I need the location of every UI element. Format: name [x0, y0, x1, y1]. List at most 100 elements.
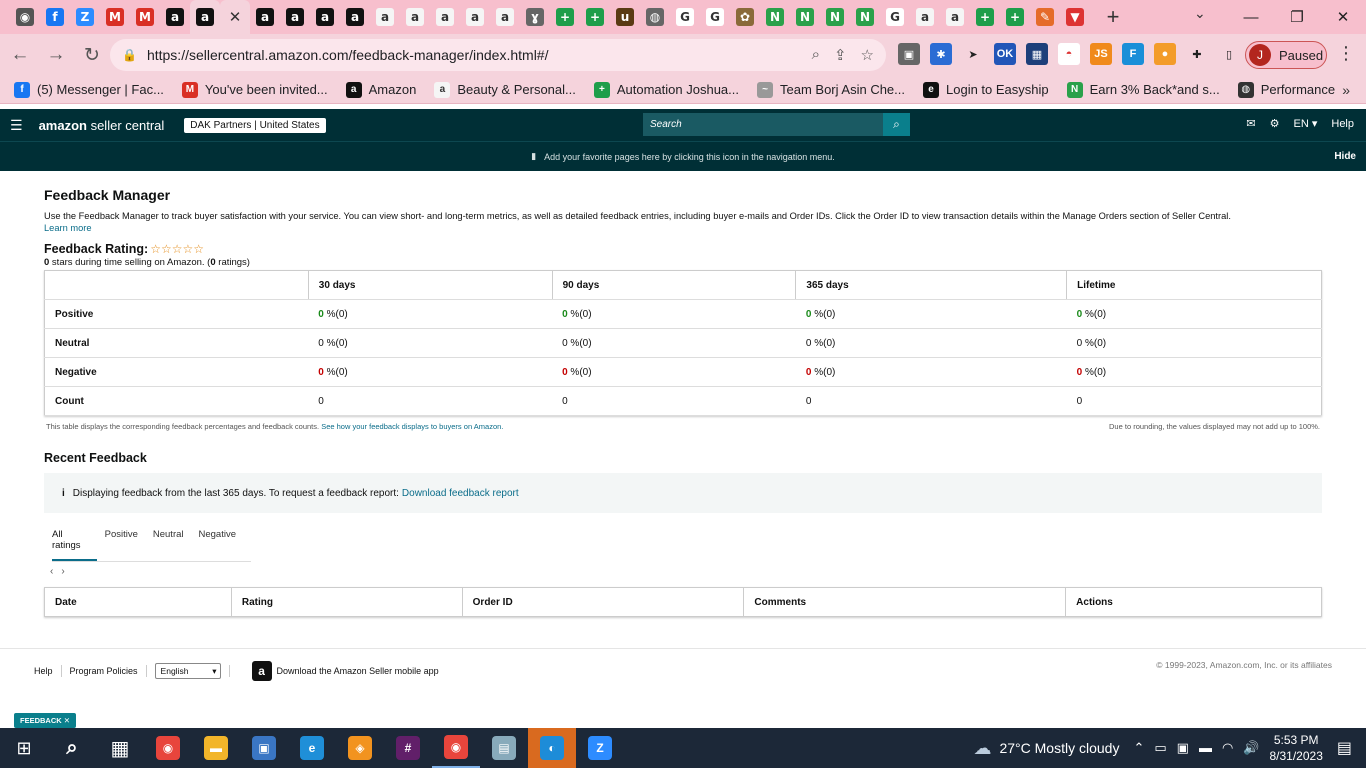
extension-ok-icon[interactable]: OK	[994, 43, 1016, 65]
extension-circle-icon[interactable]: ●	[1154, 43, 1176, 65]
bookmark-item[interactable]: a Beauty & Personal...	[434, 81, 576, 98]
browser-tab[interactable]: ◍	[640, 2, 670, 32]
feedback-display-link[interactable]: See how your feedback displays to buyers…	[321, 422, 503, 431]
bookmark-star-icon[interactable]: ☆	[861, 46, 874, 64]
new-tab-button[interactable]: +	[1098, 4, 1128, 30]
side-panel-icon[interactable]: ▯	[1218, 43, 1240, 65]
learn-more-link[interactable]: Learn more	[44, 223, 92, 233]
taskbar-app[interactable]: #	[384, 728, 432, 768]
bookmark-item[interactable]: f (5) Messenger | Fac...	[14, 81, 164, 98]
meet-icon[interactable]: ▭	[1154, 740, 1166, 756]
taskbar-app[interactable]: e	[288, 728, 336, 768]
back-button[interactable]: ←	[4, 39, 36, 71]
browser-tab[interactable]: a	[340, 2, 370, 32]
seller-search[interactable]: Search ⌕	[643, 113, 910, 136]
extension-pokeball-icon[interactable]: ◓	[1058, 43, 1080, 65]
extensions-puzzle-icon[interactable]: ✚	[1186, 43, 1208, 65]
filter-tab[interactable]: Negative	[199, 523, 244, 561]
filter-tab[interactable]: All ratings	[52, 523, 97, 561]
taskbar-app[interactable]: ◉	[144, 728, 192, 768]
seller-central-logo[interactable]: amazon seller central	[39, 118, 165, 133]
taskbar-app[interactable]: ▤	[480, 728, 528, 768]
feedback-button[interactable]: FEEDBACK ✕	[14, 713, 77, 728]
next-page-icon[interactable]: ›	[61, 566, 64, 577]
browser-tab[interactable]: ɣ	[520, 2, 550, 32]
filter-tab[interactable]: Neutral	[153, 523, 191, 561]
browser-tab[interactable]: u	[610, 2, 640, 32]
browser-tab[interactable]: f	[40, 2, 70, 32]
bookmark-item[interactable]: ~ Team Borj Asin Che...	[757, 81, 905, 98]
download-report-link[interactable]: Download feedback report	[402, 488, 519, 499]
bookmark-item[interactable]: N Earn 3% Back*and s...	[1066, 81, 1220, 98]
browser-tab[interactable]: M	[100, 2, 130, 32]
browser-tab[interactable]: ◉	[10, 2, 40, 32]
close-window-button[interactable]: ✕	[1320, 0, 1366, 34]
browser-tab[interactable]: a	[400, 2, 430, 32]
account-switcher[interactable]: DAK Partners | United States	[184, 117, 326, 133]
browser-tab[interactable]: ▼	[1060, 2, 1090, 32]
browser-tab[interactable]: N	[850, 2, 880, 32]
tab-search-chevron-icon[interactable]: ⌄	[1194, 5, 1206, 22]
minimize-button[interactable]: —	[1228, 0, 1274, 34]
column-header[interactable]: Actions	[1065, 587, 1322, 617]
address-bar[interactable]: 🔒 https://sellercentral.amazon.com/feedb…	[110, 39, 886, 71]
browser-tab[interactable]: N	[760, 2, 790, 32]
browser-tab[interactable]: +	[970, 2, 1000, 32]
clock[interactable]: 5:53 PM 8/31/2023	[1269, 732, 1322, 764]
column-header[interactable]: Comments	[743, 587, 1066, 617]
prev-page-icon[interactable]: ‹	[50, 566, 53, 577]
browser-tab[interactable]: a	[250, 2, 280, 32]
browser-tab[interactable]: a	[460, 2, 490, 32]
taskbar-app[interactable]: ◉	[432, 728, 480, 768]
extension-grid-icon[interactable]: ▦	[1026, 43, 1048, 65]
taskbar-app[interactable]: ⌕	[48, 728, 96, 768]
amazon-app-icon[interactable]: a	[251, 661, 272, 681]
share-icon[interactable]: ⇪	[834, 46, 847, 64]
browser-tab[interactable]: G	[670, 2, 700, 32]
column-header[interactable]: Order ID	[461, 587, 744, 617]
browser-tab[interactable]: a	[910, 2, 940, 32]
bookmark-item[interactable]: ◍ Performance	[1237, 81, 1335, 98]
column-header[interactable]: Date	[45, 588, 232, 617]
taskbar-app[interactable]: ◐	[528, 728, 576, 768]
browser-tab[interactable]: ✎	[1030, 2, 1060, 32]
browser-tab[interactable]: +	[580, 2, 610, 32]
bookmark-item[interactable]: a Amazon	[345, 81, 416, 98]
extension-cursor-icon[interactable]: ➤	[962, 43, 984, 65]
taskbar-app[interactable]: ▣	[240, 728, 288, 768]
reload-button[interactable]: ↻	[76, 39, 108, 71]
taskbar-app[interactable]: ◈	[336, 728, 384, 768]
browser-menu-icon[interactable]: ⋮	[1337, 43, 1355, 64]
settings-gear-icon[interactable]: ⚙	[1270, 117, 1280, 130]
battery-icon[interactable]: ▬	[1199, 740, 1212, 756]
browser-tab[interactable]: a	[490, 2, 520, 32]
lock-icon[interactable]: 🔒	[122, 48, 137, 62]
profile-button[interactable]: J Paused	[1245, 41, 1327, 69]
search-icon[interactable]: ⌕	[883, 113, 910, 136]
browser-tab[interactable]: M	[130, 2, 160, 32]
start-button[interactable]: ⊞	[0, 728, 48, 768]
browser-tab[interactable]: a	[190, 0, 220, 34]
browser-tab[interactable]: a	[310, 2, 340, 32]
search-input[interactable]: Search	[650, 119, 883, 130]
display-icon[interactable]: ▣	[1177, 740, 1189, 756]
wifi-icon[interactable]: ◠	[1222, 740, 1233, 756]
program-policies-link[interactable]: Program Policies	[70, 666, 138, 676]
footer-help-link[interactable]: Help	[34, 666, 53, 676]
taskbar-app[interactable]: ▦	[96, 728, 144, 768]
taskbar-app[interactable]: Z	[576, 728, 624, 768]
bookmark-item[interactable]: M You've been invited...	[181, 81, 328, 98]
mobile-app-link[interactable]: Download the Amazon Seller mobile app	[277, 666, 439, 676]
bookmarks-overflow-icon[interactable]: »	[1342, 82, 1350, 98]
taskbar-app[interactable]: ▬	[192, 728, 240, 768]
browser-tab[interactable]: a	[160, 2, 190, 32]
browser-tab[interactable]: N	[820, 2, 850, 32]
extension-off-icon[interactable]: ▣	[898, 43, 920, 65]
forward-button[interactable]: →	[40, 39, 72, 71]
weather-widget[interactable]: ☁ 27°C Mostly cloudy	[973, 738, 1119, 759]
zoom-magnifier-icon[interactable]: ⌕	[812, 46, 820, 64]
volume-icon[interactable]: 🔊	[1243, 740, 1259, 756]
footer-language-select[interactable]: English ▾	[154, 663, 221, 679]
extension-fba-icon[interactable]: F	[1122, 43, 1144, 65]
browser-tab[interactable]: G	[700, 2, 730, 32]
